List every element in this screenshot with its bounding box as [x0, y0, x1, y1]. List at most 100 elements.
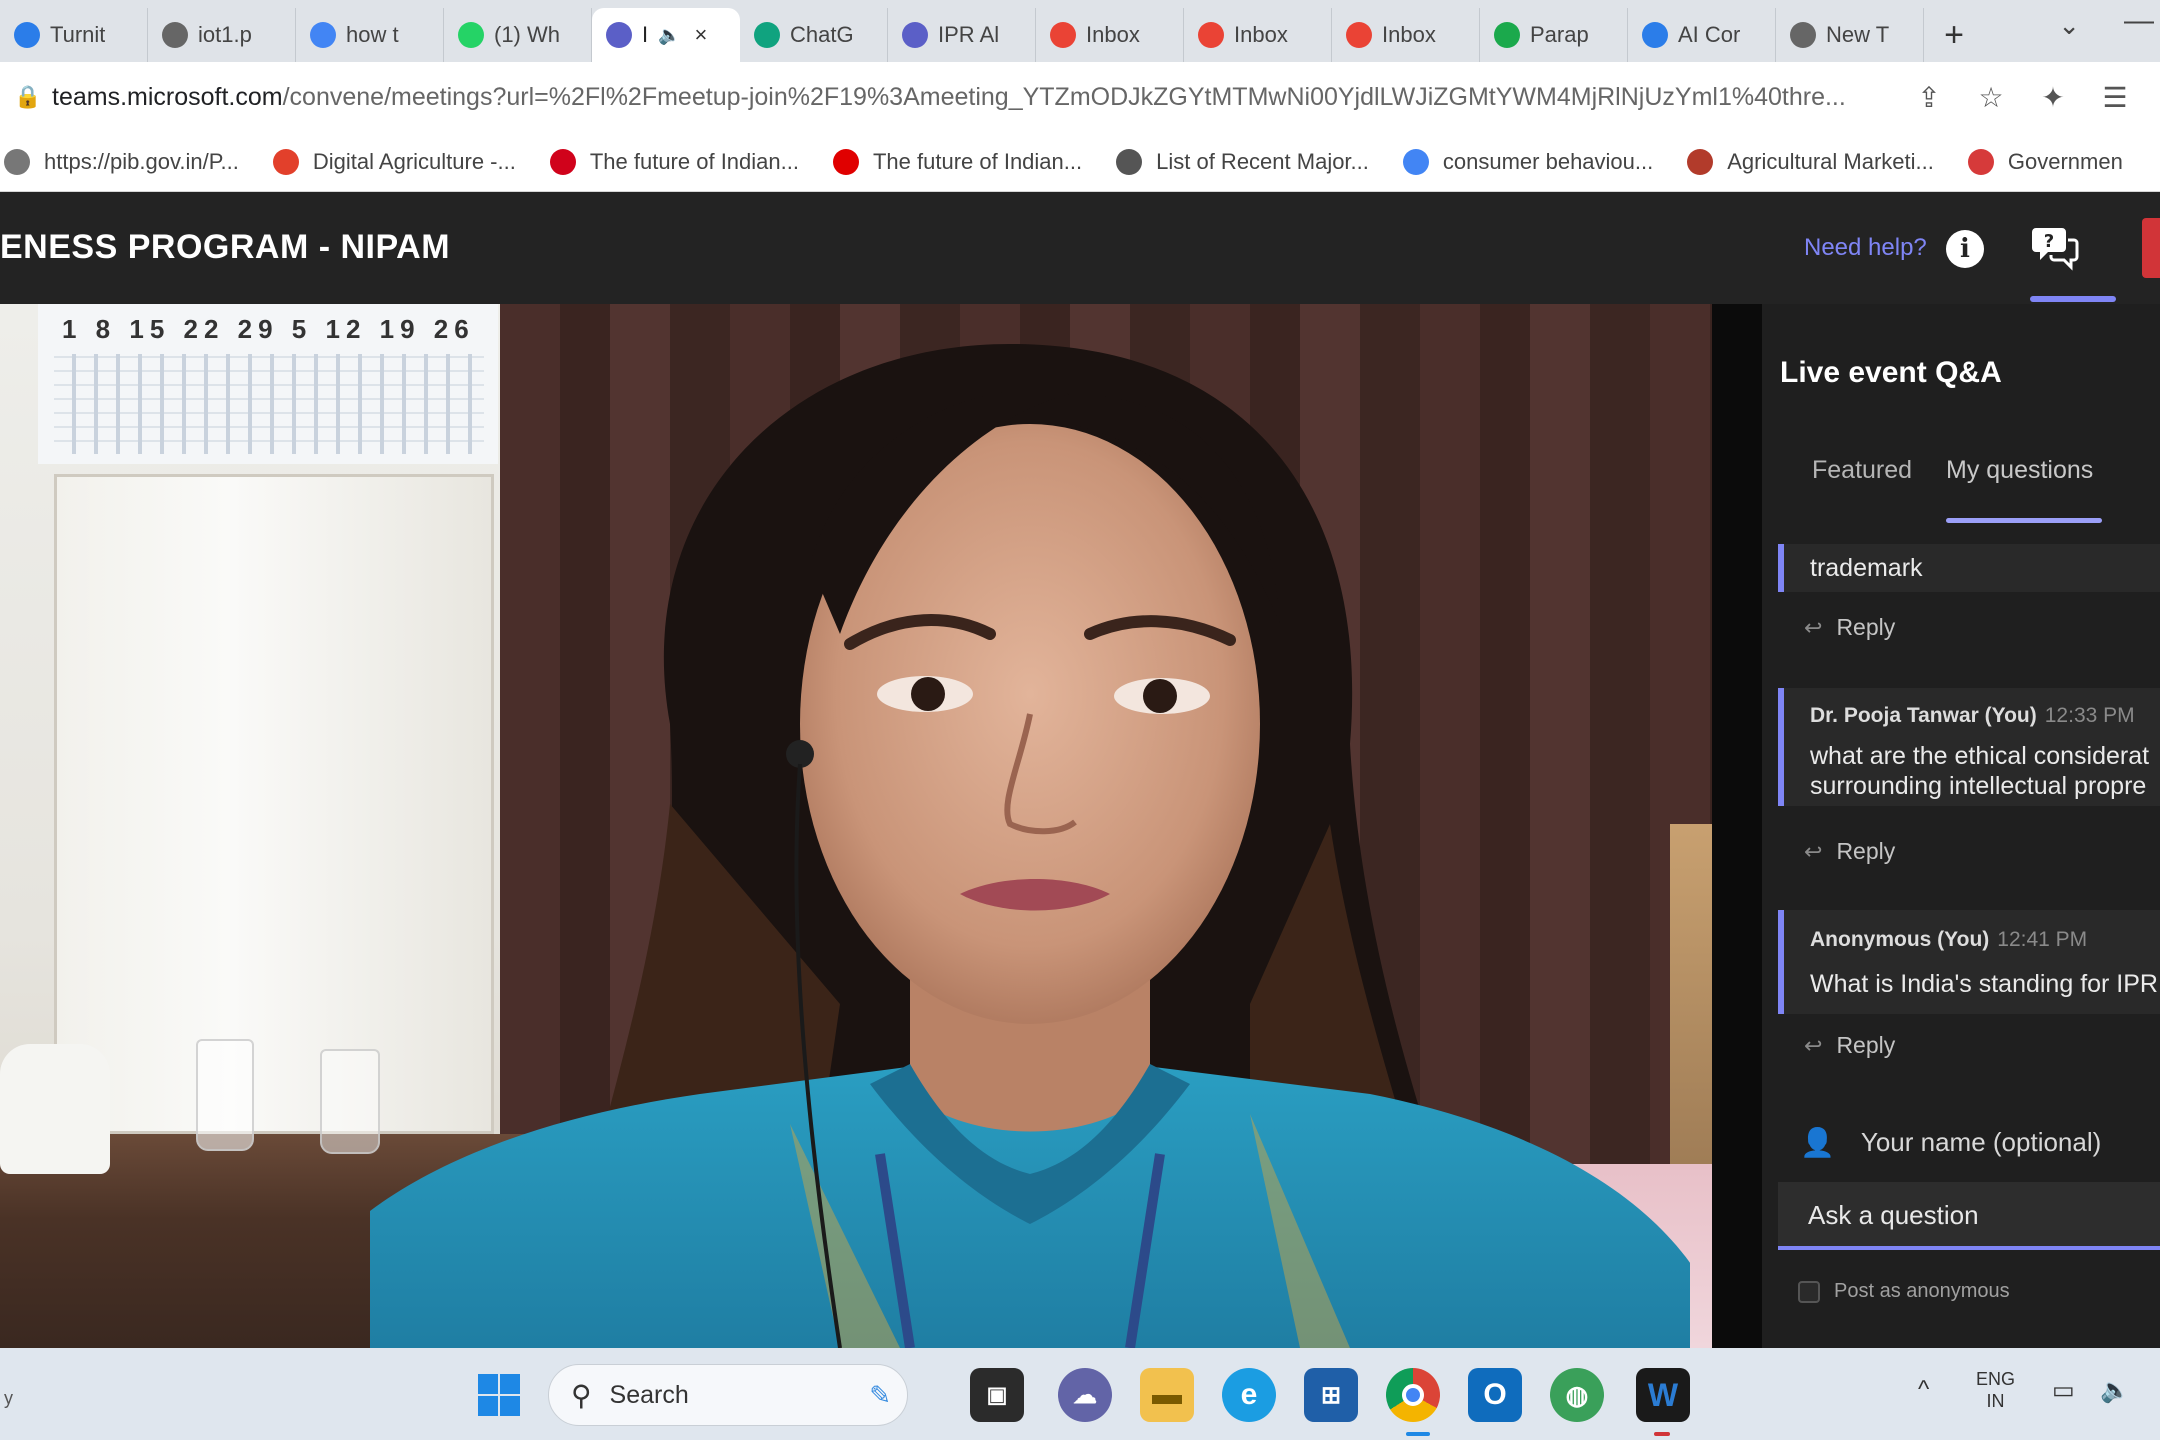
tab-label: Inbox — [1234, 22, 1288, 47]
bookmark-favicon-icon — [4, 148, 30, 175]
new-tab-button[interactable]: + — [1924, 8, 1984, 62]
file-explorer-icon[interactable]: ▬ — [1140, 1368, 1194, 1422]
bookmark-item[interactable]: The future of Indian... — [549, 148, 799, 175]
tab-featured[interactable]: Featured — [1812, 456, 1912, 485]
presenter-video — [370, 344, 1690, 1348]
chrome-icon[interactable] — [1386, 1368, 1440, 1422]
info-icon[interactable]: i — [1946, 230, 1984, 268]
tab-label: I — [642, 22, 649, 47]
question-text: surrounding intellectual propre — [1810, 772, 2147, 800]
reply-button[interactable]: ↩ Reply — [1804, 614, 1895, 641]
question-time: 12:33 PM — [2044, 704, 2135, 727]
question-meta: Dr. Pooja Tanwar (You) 12:33 PM — [1810, 704, 2135, 728]
tab-favicon-icon — [310, 22, 336, 48]
question-card[interactable]: Anonymous (You) 12:41 PM What is India's … — [1778, 910, 2160, 1014]
qa-icon[interactable]: ? — [2030, 222, 2080, 272]
browser-tab[interactable]: Inbox — [1184, 8, 1332, 62]
browser-tab[interactable]: Turnit — [0, 8, 148, 62]
taskbar-search[interactable]: ⚲ Search ✎ — [548, 1364, 908, 1426]
reading-list-icon[interactable]: ☰ — [2084, 81, 2146, 114]
bookmark-favicon-icon — [272, 148, 299, 175]
bookmark-item[interactable]: Governmen — [1967, 148, 2123, 175]
reply-arrow-icon: ↩ — [1804, 614, 1823, 640]
bookmark-item[interactable]: Digital Agriculture -... — [272, 148, 516, 175]
close-tab-icon[interactable]: × — [695, 22, 708, 48]
tab-label: New T — [1826, 22, 1890, 47]
tab-favicon-icon — [162, 22, 188, 48]
teams-chat-icon[interactable]: ☁ — [1058, 1368, 1112, 1422]
bookmark-item[interactable]: List of Recent Major... — [1116, 148, 1369, 175]
search-highlight-icon: ✎ — [869, 1379, 891, 1410]
outlook-icon[interactable]: O — [1468, 1368, 1522, 1422]
bookmark-favicon-icon — [1402, 148, 1429, 175]
network-icon[interactable]: ▭ — [2052, 1376, 2075, 1405]
reply-label: Reply — [1836, 614, 1896, 640]
name-field[interactable]: 👤 Your name (optional) — [1800, 1126, 2101, 1159]
reply-button[interactable]: ↩ Reply — [1804, 838, 1895, 865]
reply-button[interactable]: ↩ Reply — [1804, 1032, 1895, 1059]
tab-search-chevron-icon[interactable]: ⌄ — [2058, 10, 2080, 41]
browser-tab[interactable]: Parap — [1480, 8, 1628, 62]
glass — [196, 1039, 254, 1151]
browser-tab[interactable]: I 🔈 × — [592, 8, 740, 62]
anonymous-checkbox[interactable] — [1798, 1280, 1820, 1303]
bookmarks-bar: https://pib.gov.in/P... Digital Agricultu… — [0, 132, 2160, 192]
reply-arrow-icon: ↩ — [1804, 838, 1823, 864]
browser-tab[interactable]: how t — [296, 8, 444, 62]
bookmark-label: The future of Indian... — [872, 148, 1083, 174]
browser-tab[interactable]: New T — [1776, 8, 1924, 62]
question-card[interactable]: trademark — [1778, 544, 2160, 592]
audio-playing-icon[interactable]: 🔈 — [658, 25, 680, 46]
event-title: ENESS PROGRAM - NIPAM — [0, 228, 451, 266]
web-browser-icon[interactable]: ◍ — [1550, 1368, 1604, 1422]
bookmark-favicon-icon — [1967, 148, 1994, 175]
browser-tab[interactable]: AI Cor — [1628, 8, 1776, 62]
windows-start-icon[interactable] — [472, 1368, 526, 1422]
volume-icon[interactable]: 🔈 — [2100, 1376, 2130, 1405]
microsoft-store-icon[interactable]: ⊞ — [1304, 1368, 1358, 1422]
taskbar-left-text: y — [4, 1388, 13, 1408]
lock-icon[interactable]: 🔒 — [14, 84, 52, 110]
ask-question-input[interactable]: Ask a question — [1778, 1182, 2160, 1250]
bookmark-label: Agricultural Marketi... — [1727, 148, 1934, 174]
tab-label: Turnit — [50, 22, 106, 47]
question-meta: Anonymous (You) 12:41 PM — [1810, 928, 2087, 952]
need-help-link[interactable]: Need help? — [1804, 234, 1927, 262]
share-icon[interactable]: ⇪ — [1898, 81, 1960, 114]
extensions-icon[interactable]: ✦ — [2022, 81, 2084, 114]
bookmark-favicon-icon — [549, 148, 576, 175]
windows-taskbar: y ⚲ Search ✎ ▣ ☁ ▬ e ⊞ O ◍ W ^ ENG IN ▭ 🔈 — [0, 1348, 2160, 1440]
bookmark-star-icon[interactable]: ☆ — [1960, 81, 2022, 114]
bookmark-item[interactable]: The future of Indian... — [832, 148, 1083, 175]
word-icon[interactable]: W — [1636, 1368, 1690, 1422]
post-anonymous-toggle[interactable]: Post as anonymous — [1798, 1280, 2010, 1303]
edge-icon[interactable]: e — [1222, 1368, 1276, 1422]
bookmark-item[interactable]: consumer behaviou... — [1402, 148, 1654, 175]
address-bar[interactable]: teams.microsoft.com/convene/meetings?url… — [52, 83, 1898, 112]
browser-tab[interactable]: (1) Wh — [444, 8, 592, 62]
tab-label: Parap — [1530, 22, 1589, 47]
minimize-window-button[interactable]: — — [2124, 4, 2154, 38]
bookmark-label: Digital Agriculture -... — [312, 148, 516, 174]
address-bar-row: 🔒 teams.microsoft.com/convene/meetings?u… — [0, 62, 2160, 132]
bookmark-label: consumer behaviou... — [1442, 148, 1654, 174]
browser-tab[interactable]: iot1.p — [148, 8, 296, 62]
browser-tab[interactable]: ChatG — [740, 8, 888, 62]
anonymous-label: Post as anonymous — [1834, 1280, 2010, 1302]
tab-my-questions[interactable]: My questions — [1946, 456, 2093, 485]
show-hidden-icons-chevron-icon[interactable]: ^ — [1918, 1376, 1929, 1404]
input-language[interactable]: ENG IN — [1976, 1368, 2015, 1412]
question-text: what are the ethical considerat — [1810, 742, 2150, 770]
svg-text:?: ? — [2044, 231, 2054, 252]
question-card[interactable]: Dr. Pooja Tanwar (You) 12:33 PM what are … — [1778, 688, 2160, 806]
browser-tab[interactable]: Inbox — [1332, 8, 1480, 62]
bookmark-favicon-icon — [832, 148, 859, 175]
bookmark-label: https://pib.gov.in/P... — [44, 148, 239, 174]
task-view-icon[interactable]: ▣ — [970, 1368, 1024, 1422]
browser-tab[interactable]: IPR Al — [888, 8, 1036, 62]
browser-tab[interactable]: Inbox — [1036, 8, 1184, 62]
qa-panel: Live event Q&A Featured My questions tra… — [1712, 304, 2160, 1348]
leave-button[interactable] — [2142, 218, 2160, 278]
bookmark-item[interactable]: https://pib.gov.in/P... — [4, 148, 239, 175]
bookmark-item[interactable]: Agricultural Marketi... — [1687, 148, 1934, 175]
